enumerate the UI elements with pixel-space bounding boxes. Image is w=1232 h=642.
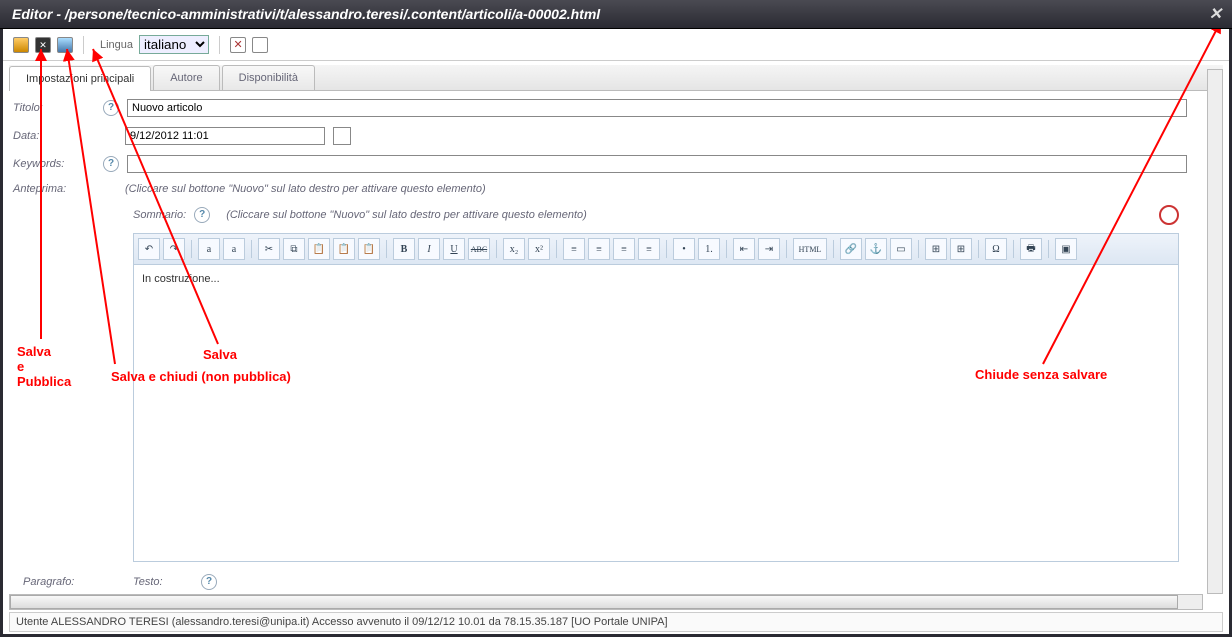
save-icon[interactable] xyxy=(57,37,73,53)
window-title: Editor - /persone/tecnico-amministrativi… xyxy=(12,6,600,22)
save-close-icon[interactable]: ✕ xyxy=(35,37,51,53)
paragrafo-label: Paragrafo: xyxy=(23,576,133,588)
anteprima-hint: (Cliccare sul bottone "Nuovo" sul lato d… xyxy=(125,183,486,195)
row-data: Data: xyxy=(13,127,1219,145)
bullet-list-icon[interactable]: • xyxy=(673,238,695,260)
bold-icon[interactable]: B xyxy=(393,238,415,260)
undo-icon[interactable]: ↶ xyxy=(138,238,160,260)
richtext-body[interactable]: In costruzione... xyxy=(133,265,1179,562)
toolbar-separator xyxy=(219,36,220,54)
specialchar-icon[interactable]: Ω xyxy=(985,238,1007,260)
paste-icon[interactable]: 📋 xyxy=(308,238,330,260)
testo-label: Testo: xyxy=(133,576,193,588)
font-a2-icon[interactable]: a xyxy=(223,238,245,260)
keywords-label: Keywords: xyxy=(13,158,103,170)
calendar-icon[interactable] xyxy=(333,127,351,145)
toolbar-separator xyxy=(83,36,84,54)
copy-icon[interactable] xyxy=(252,37,268,53)
help-icon[interactable]: ? xyxy=(103,100,119,116)
indent-icon[interactable]: ⇥ xyxy=(758,238,780,260)
data-input[interactable] xyxy=(125,127,325,145)
main-toolbar: ✕ Lingua italiano ✕ xyxy=(3,29,1229,61)
titolo-input[interactable] xyxy=(127,99,1187,117)
print-icon[interactable]: 🖶 xyxy=(1020,238,1042,260)
data-label: Data: xyxy=(13,130,103,142)
align-right-icon[interactable]: ≡ xyxy=(613,238,635,260)
scrollbar-thumb[interactable] xyxy=(10,595,1178,609)
maximize-icon[interactable]: ▣ xyxy=(1055,238,1077,260)
paste-plain-icon[interactable]: 📋 xyxy=(333,238,355,260)
row-sommario: Sommario: ? (Cliccare sul bottone "Nuovo… xyxy=(133,205,1219,225)
help-icon[interactable]: ? xyxy=(194,207,210,223)
editor-window: ✕ Lingua italiano ✕ Impostazioni princip… xyxy=(0,29,1232,637)
new-element-icon[interactable] xyxy=(1159,205,1179,225)
paste-word-icon[interactable]: 📋 xyxy=(358,238,380,260)
help-icon[interactable]: ? xyxy=(103,156,119,172)
subscript-icon[interactable]: x₂ xyxy=(503,238,525,260)
underline-icon[interactable]: U xyxy=(443,238,465,260)
row-anteprima: Anteprima: (Cliccare sul bottone "Nuovo"… xyxy=(13,183,1219,195)
horizontal-scrollbar[interactable] xyxy=(9,594,1203,610)
status-bar: Utente ALESSANDRO TERESI (alessandro.ter… xyxy=(9,612,1223,632)
form-panel: Titolo: ? Data: Keywords: ? Anteprima: (… xyxy=(3,91,1229,598)
table2-icon[interactable]: ⊞ xyxy=(950,238,972,260)
delete-icon[interactable]: ✕ xyxy=(230,37,246,53)
titolo-label: Titolo: xyxy=(13,102,103,114)
vertical-scrollbar[interactable] xyxy=(1207,69,1223,594)
language-label: Lingua xyxy=(100,39,133,51)
strike-icon[interactable]: ABC xyxy=(468,238,490,260)
table-icon[interactable]: ⊞ xyxy=(925,238,947,260)
anchor-icon[interactable]: ⚓ xyxy=(865,238,887,260)
tab-disponibilita[interactable]: Disponibilità xyxy=(222,65,315,90)
tab-impostazioni[interactable]: Impostazioni principali xyxy=(9,66,151,91)
image-icon[interactable]: ▭ xyxy=(890,238,912,260)
row-titolo: Titolo: ? xyxy=(13,99,1219,117)
row-keywords: Keywords: ? xyxy=(13,155,1219,173)
font-a1-icon[interactable]: a xyxy=(198,238,220,260)
outdent-icon[interactable]: ⇤ xyxy=(733,238,755,260)
keywords-input[interactable] xyxy=(127,155,1187,173)
close-icon[interactable]: ✕ xyxy=(1209,4,1222,24)
copy-icon[interactable]: ⧉ xyxy=(283,238,305,260)
align-justify-icon[interactable]: ≡ xyxy=(638,238,660,260)
tab-bar: Impostazioni principali Autore Disponibi… xyxy=(9,65,1223,91)
sommario-hint: (Cliccare sul bottone "Nuovo" sul lato d… xyxy=(226,209,587,221)
number-list-icon[interactable]: 1. xyxy=(698,238,720,260)
help-icon[interactable]: ? xyxy=(201,574,217,590)
superscript-icon[interactable]: x² xyxy=(528,238,550,260)
cut-icon[interactable]: ✂ xyxy=(258,238,280,260)
sommario-label: Sommario: xyxy=(133,209,186,221)
window-titlebar: Editor - /persone/tecnico-amministrativi… xyxy=(0,0,1232,29)
tab-autore[interactable]: Autore xyxy=(153,65,219,90)
richtext-toolbar: ↶ ↷ a a ✂ ⧉ 📋 📋 📋 B I U ABC x₂ x² ≡ ≡ ≡ … xyxy=(133,233,1179,265)
row-paragrafo: Paragrafo: Testo: ? xyxy=(13,574,1219,590)
align-center-icon[interactable]: ≡ xyxy=(588,238,610,260)
align-left-icon[interactable]: ≡ xyxy=(563,238,585,260)
anteprima-label: Anteprima: xyxy=(13,183,103,195)
link-icon[interactable]: 🔗 xyxy=(840,238,862,260)
redo-icon[interactable]: ↷ xyxy=(163,238,185,260)
language-select[interactable]: italiano xyxy=(139,35,209,54)
save-publish-icon[interactable] xyxy=(13,37,29,53)
html-source-icon[interactable]: HTML xyxy=(793,238,827,260)
italic-icon[interactable]: I xyxy=(418,238,440,260)
